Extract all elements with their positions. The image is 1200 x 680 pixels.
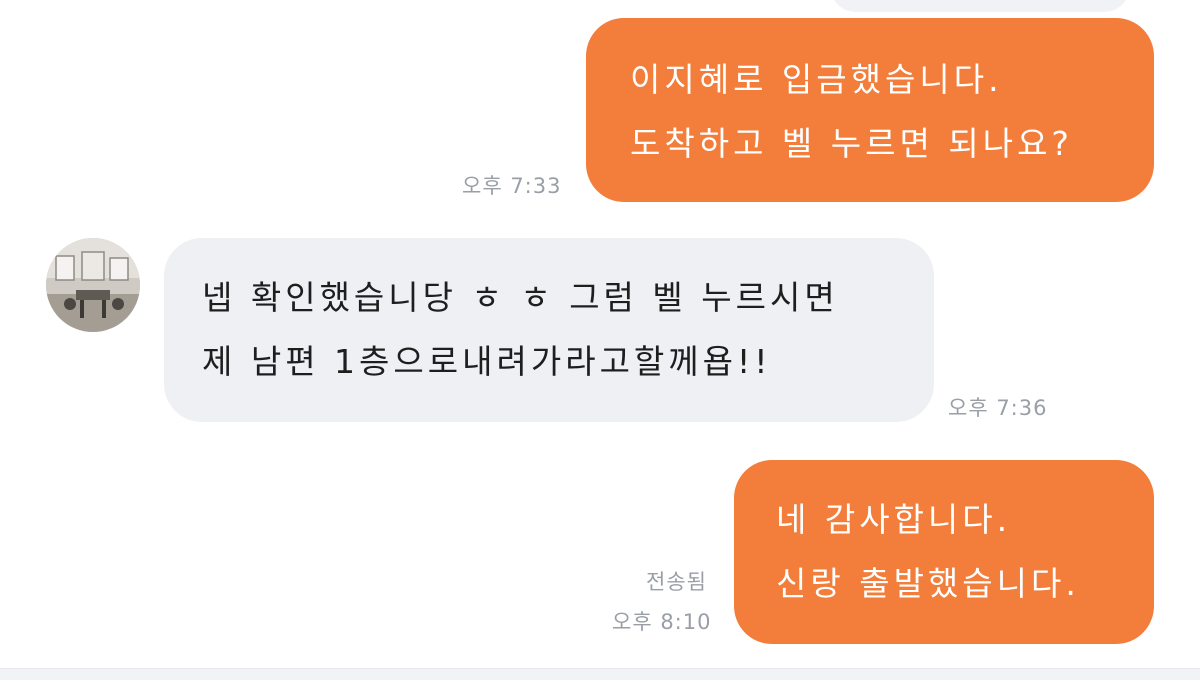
message-text-line: 제 남편 1층으로내려가라고할께욥!! bbox=[202, 342, 772, 381]
message-text-line: 도착하고 벨 누르면 되나요? bbox=[630, 124, 1073, 163]
incoming-message-bubble[interactable]: 넵 확인했습니당 ㅎ ㅎ 그럼 벨 누르시면 제 남편 1층으로내려가라고할께욥… bbox=[164, 238, 934, 422]
message-timestamp: 오후 7:33 bbox=[462, 174, 562, 198]
input-bar-edge bbox=[0, 668, 1200, 680]
sender-avatar[interactable] bbox=[46, 238, 140, 332]
message-text-line: 신랑 출발했습니다. bbox=[776, 564, 1080, 603]
previous-message-bubble bbox=[830, 0, 1130, 12]
chat-view: 이지혜로 입금했습니다. 도착하고 벨 누르면 되나요? 오후 7:33 넵 확… bbox=[0, 0, 1200, 668]
message-timestamp: 오후 7:36 bbox=[948, 396, 1048, 420]
message-text-line: 이지혜로 입금했습니다. bbox=[630, 60, 1003, 99]
delivery-status: 전송됨 bbox=[646, 570, 707, 594]
message-timestamp: 오후 8:10 bbox=[612, 610, 712, 634]
outgoing-message-bubble[interactable]: 네 감사합니다. 신랑 출발했습니다. bbox=[734, 460, 1154, 644]
message-text-line: 네 감사합니다. bbox=[776, 500, 1012, 539]
message-text-line: 넵 확인했습니당 ㅎ ㅎ 그럼 벨 누르시면 bbox=[202, 278, 839, 317]
outgoing-message-bubble[interactable]: 이지혜로 입금했습니다. 도착하고 벨 누르면 되나요? bbox=[586, 18, 1154, 202]
profile-photo-icon bbox=[46, 238, 140, 332]
